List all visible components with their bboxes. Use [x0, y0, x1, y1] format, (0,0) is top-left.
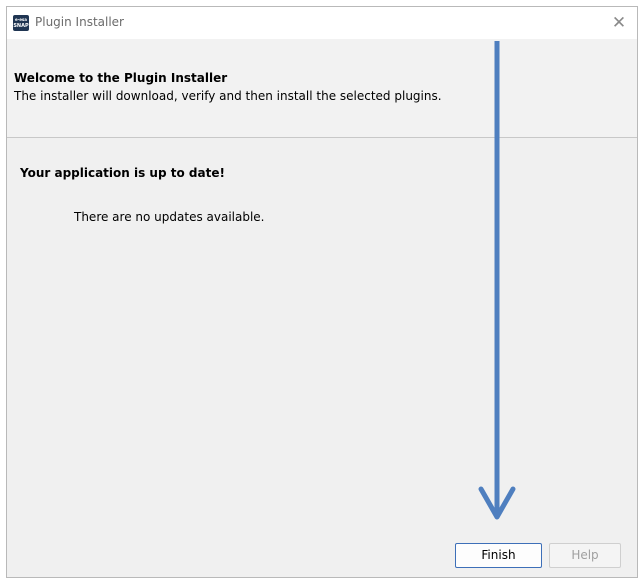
- plugin-installer-window: e·esa SNAP Plugin Installer ✕ Welcome to…: [6, 6, 638, 578]
- window-title: Plugin Installer: [35, 15, 124, 29]
- status-title: Your application is up to date!: [20, 166, 225, 180]
- wizard-content: Your application is up to date! There ar…: [7, 138, 637, 577]
- header-title: Welcome to the Plugin Installer: [14, 71, 228, 85]
- title-bar: e·esa SNAP Plugin Installer ✕: [7, 7, 637, 39]
- finish-button[interactable]: Finish: [455, 543, 542, 568]
- snap-app-icon: e·esa SNAP: [13, 15, 29, 31]
- status-message: There are no updates available.: [74, 210, 265, 224]
- help-button[interactable]: Help: [549, 543, 621, 568]
- wizard-header: Welcome to the Plugin Installer The inst…: [7, 39, 637, 138]
- close-icon[interactable]: ✕: [607, 11, 631, 35]
- header-subtitle: The installer will download, verify and …: [14, 89, 442, 103]
